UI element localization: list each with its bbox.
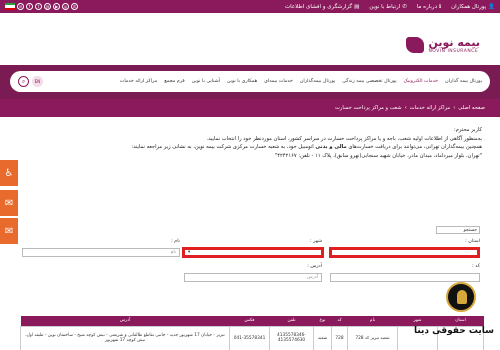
cell-address: تبریز - خیابان 17 شهریور جدید - جانبی تق…: [20, 325, 230, 350]
instagram-icon[interactable]: ◎: [62, 3, 69, 10]
partners-portal-link[interactable]: 👤 پورتال همکاران: [451, 4, 495, 10]
iran-flag-icon: [5, 3, 15, 10]
nav-item-insured-portal[interactable]: پورتال بیمه‌گذاران: [300, 79, 335, 84]
brand-name-fa: بیمه نوین: [428, 36, 480, 49]
nav-tools: ⌕ EN: [18, 76, 43, 87]
brand-name-en: NOVIN INSURANCE: [428, 49, 479, 54]
social-icons: in f t @ ▶ ◎ ✆: [5, 3, 78, 10]
col-type: نوع: [313, 316, 332, 326]
col-fax: فکس: [229, 316, 270, 326]
main-nav-bar: پورتال بیمه گذاران خدمات الکترونیک پورتا…: [0, 65, 500, 99]
mail-side-icon[interactable]: ✉: [0, 190, 18, 216]
col-code: کد: [331, 316, 348, 326]
name-input[interactable]: نام: [22, 248, 180, 257]
address-input[interactable]: آدرس: [184, 273, 322, 282]
nav-item-eservices[interactable]: خدمات الکترونیک: [404, 79, 439, 84]
cell-phone: 4135578346-4135574630: [269, 325, 314, 350]
intro-text: کاربر محترم: به‌منظور آگاهی از اطلاعات ا…: [18, 126, 482, 160]
name-label: نام :: [171, 239, 180, 244]
accessibility-icon[interactable]: ♿: [0, 160, 18, 186]
intro-address: "تهران، بلوار میرداماد، میدان مادر، خیاب…: [274, 152, 482, 159]
intro-instruction: به‌منظور آگاهی از اطلاعات اولیه شعب، باج…: [206, 135, 482, 142]
col-address: آدرس: [20, 316, 230, 326]
breadcrumb: صفحه اصلی › مراکز ارائه خدمات › شعب و مر…: [0, 99, 500, 117]
watermark-logo: سایت حقوقی دینا: [384, 282, 498, 350]
breadcrumb-service-centers[interactable]: مراکز ارائه خدمات: [410, 105, 451, 111]
contact-link[interactable]: ✆ ارتباط با نوین: [369, 4, 407, 10]
facebook-icon[interactable]: f: [26, 3, 33, 10]
nav-item-cooperation[interactable]: همکاری با نوین: [227, 79, 257, 84]
whatsapp-icon[interactable]: ✆: [71, 3, 78, 10]
message-side-icon[interactable]: ✉: [0, 218, 18, 244]
highlight-city: [182, 247, 324, 258]
col-phone: تلفن: [269, 316, 314, 326]
watermark-text: سایت حقوقی دینا: [413, 326, 494, 336]
code-label: کد :: [472, 264, 480, 269]
about-link[interactable]: ℹ درباره ما: [417, 4, 441, 10]
nav-item-about[interactable]: آشنایی با نوین: [192, 79, 220, 84]
language-button[interactable]: EN: [32, 76, 43, 87]
cell-fax: 041-35578341: [229, 325, 270, 350]
reporting-link[interactable]: ▤ گزارشگری و افشای اطلاعات: [285, 4, 359, 10]
youtube-icon[interactable]: ▶: [53, 3, 60, 10]
nav-item-insurance-services[interactable]: خدمات بیمه‌ای: [264, 79, 293, 84]
novin-logo[interactable]: بیمه نوین NOVIN INSURANCE: [406, 35, 480, 55]
twitter-icon[interactable]: t: [35, 3, 42, 10]
breadcrumb-current: شعب و مراکز پرداخت خسارت: [335, 105, 402, 111]
nav-item-policyholders[interactable]: پورتال بیمه گذاران: [445, 79, 482, 84]
search-icon[interactable]: ⌕: [18, 76, 29, 87]
nav-item-life-portal[interactable]: پورتال تخصصی بیمه زندگی: [342, 79, 396, 84]
city-label: شهر :: [309, 239, 322, 244]
code-input[interactable]: [330, 273, 480, 282]
highlight-province: [329, 247, 480, 258]
breadcrumb-separator-icon: ›: [453, 105, 456, 111]
nav-pill: پورتال بیمه گذاران خدمات الکترونیک پورتا…: [10, 71, 490, 92]
intro-tehran: همچنین بیمه‌گذاران تهرانی، می‌توانند برا…: [131, 144, 482, 150]
breadcrumb-separator-icon: ›: [404, 105, 407, 111]
linkedin-icon[interactable]: in: [17, 3, 24, 10]
nav-item-service-centers[interactable]: مراکز ارائه خدمات: [120, 79, 157, 84]
logo-mark-icon: [406, 37, 425, 53]
intro-greeting: کاربر محترم:: [453, 127, 482, 133]
top-utility-bar: 👤 پورتال همکاران ℹ درباره ما ✆ ارتباط با…: [0, 0, 500, 13]
nav-items: پورتال بیمه گذاران خدمات الکترونیک پورتا…: [120, 79, 482, 84]
cell-code: 728: [331, 325, 348, 350]
breadcrumb-home[interactable]: صفحه اصلی: [458, 105, 485, 111]
search-type-select[interactable]: جستجو: [436, 226, 480, 234]
nav-item-assembly-form[interactable]: فرم مجمع: [164, 79, 184, 84]
cell-type: شعبه: [313, 325, 332, 350]
address-label: آدرس :: [307, 264, 322, 269]
province-label: استان :: [465, 239, 480, 244]
brand-header: بیمه نوین NOVIN INSURANCE: [0, 13, 500, 65]
email-icon[interactable]: @: [44, 3, 51, 10]
top-links: 👤 پورتال همکاران ℹ درباره ما ✆ ارتباط با…: [285, 4, 495, 10]
lawyer-emblem-icon: [446, 282, 476, 312]
